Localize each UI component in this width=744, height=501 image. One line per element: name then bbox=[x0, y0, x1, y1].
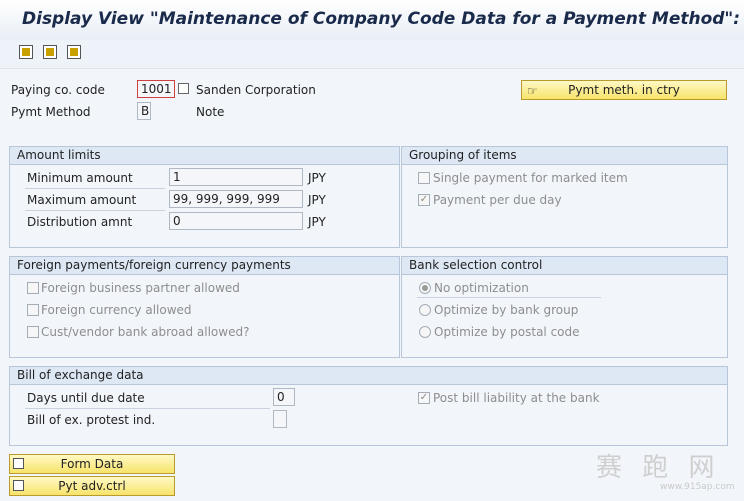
divider bbox=[417, 297, 601, 298]
post-bill-liability-label: Post bill liability at the bank bbox=[433, 391, 600, 405]
foreign-partner-checkbox[interactable] bbox=[27, 282, 39, 294]
title-bar: Display View "Maintenance of Company Cod… bbox=[0, 0, 744, 41]
optimize-bank-group-label: Optimize by bank group bbox=[434, 303, 579, 317]
application-toolbar bbox=[0, 40, 744, 69]
protest-indicator-field[interactable] bbox=[273, 410, 287, 428]
distribution-amount-label: Distribution amnt bbox=[27, 215, 133, 229]
days-until-due-label: Days until due date bbox=[27, 391, 145, 405]
grouping-of-items-title: Grouping of items bbox=[402, 147, 727, 165]
navigate-icon: ☞ bbox=[527, 84, 538, 98]
no-optimization-radio[interactable] bbox=[419, 282, 431, 294]
expand-icon bbox=[13, 480, 24, 491]
single-payment-label: Single payment for marked item bbox=[433, 171, 628, 185]
optimize-postal-code-radio[interactable] bbox=[419, 326, 431, 338]
bank-abroad-label: Cust/vendor bank abroad allowed? bbox=[41, 325, 250, 339]
maximum-amount-field[interactable]: 99, 999, 999, 999 bbox=[169, 190, 303, 208]
bank-selection-title: Bank selection control bbox=[402, 257, 727, 275]
company-name: Sanden Corporation bbox=[196, 83, 316, 97]
foreign-payments-title: Foreign payments/foreign currency paymen… bbox=[10, 257, 399, 275]
protest-indicator-label: Bill of ex. protest ind. bbox=[27, 413, 156, 427]
no-optimization-label: No optimization bbox=[434, 281, 529, 295]
amount-limits-title: Amount limits bbox=[10, 147, 399, 165]
pymt-method-field[interactable]: B bbox=[137, 102, 151, 120]
foreign-partner-label: Foreign business partner allowed bbox=[41, 281, 240, 295]
pymt-method-description: Note bbox=[196, 105, 225, 119]
optimize-postal-code-label: Optimize by postal code bbox=[434, 325, 580, 339]
divider bbox=[25, 408, 270, 409]
maximum-amount-label: Maximum amount bbox=[27, 193, 137, 207]
distribution-amount-field[interactable]: 0 bbox=[169, 212, 303, 230]
payment-per-due-day-label: Payment per due day bbox=[433, 193, 562, 207]
form-data-label: Form Data bbox=[60, 457, 124, 471]
post-bill-liability-checkbox[interactable]: ✓ bbox=[418, 392, 430, 404]
list-icon[interactable] bbox=[67, 45, 81, 59]
bill-of-exchange-group: Bill of exchange data bbox=[9, 366, 728, 446]
paying-co-code-field[interactable]: 1001 bbox=[137, 80, 175, 98]
distribution-amount-currency: JPY bbox=[308, 215, 326, 229]
divider bbox=[25, 210, 165, 211]
watermark-url: www.915ap.com bbox=[660, 482, 735, 492]
bank-abroad-checkbox[interactable] bbox=[27, 326, 39, 338]
payment-per-due-day-checkbox[interactable]: ✓ bbox=[418, 194, 430, 206]
maximum-amount-currency: JPY bbox=[308, 193, 326, 207]
foreign-currency-label: Foreign currency allowed bbox=[41, 303, 192, 317]
pyt-adv-ctrl-label: Pyt adv.ctrl bbox=[58, 479, 126, 493]
minimum-amount-field[interactable]: 1 bbox=[169, 168, 303, 186]
single-payment-checkbox[interactable] bbox=[418, 172, 430, 184]
minimum-amount-currency: JPY bbox=[308, 171, 326, 185]
pyt-adv-ctrl-button[interactable]: Pyt adv.ctrl bbox=[9, 476, 175, 496]
bill-of-exchange-title: Bill of exchange data bbox=[10, 367, 727, 385]
pymt-method-label: Pymt Method bbox=[11, 105, 91, 119]
previous-entry-icon[interactable] bbox=[19, 45, 33, 59]
next-entry-icon[interactable] bbox=[43, 45, 57, 59]
form-data-button[interactable]: Form Data bbox=[9, 454, 175, 474]
optimize-bank-group-radio[interactable] bbox=[419, 304, 431, 316]
divider bbox=[25, 188, 165, 189]
paying-co-code-label: Paying co. code bbox=[11, 83, 105, 97]
minimum-amount-label: Minimum amount bbox=[27, 171, 133, 185]
expand-icon bbox=[13, 458, 24, 469]
pymt-meth-in-ctry-button[interactable]: ☞ Pymt meth. in ctry bbox=[521, 80, 727, 100]
pymt-meth-in-ctry-label: Pymt meth. in ctry bbox=[568, 83, 680, 97]
page-title: Display View "Maintenance of Company Cod… bbox=[22, 9, 741, 29]
days-until-due-field[interactable]: 0 bbox=[273, 388, 295, 406]
watermark: 赛 跑 网 bbox=[596, 453, 721, 483]
foreign-currency-checkbox[interactable] bbox=[27, 304, 39, 316]
value-help-icon[interactable] bbox=[178, 83, 189, 94]
